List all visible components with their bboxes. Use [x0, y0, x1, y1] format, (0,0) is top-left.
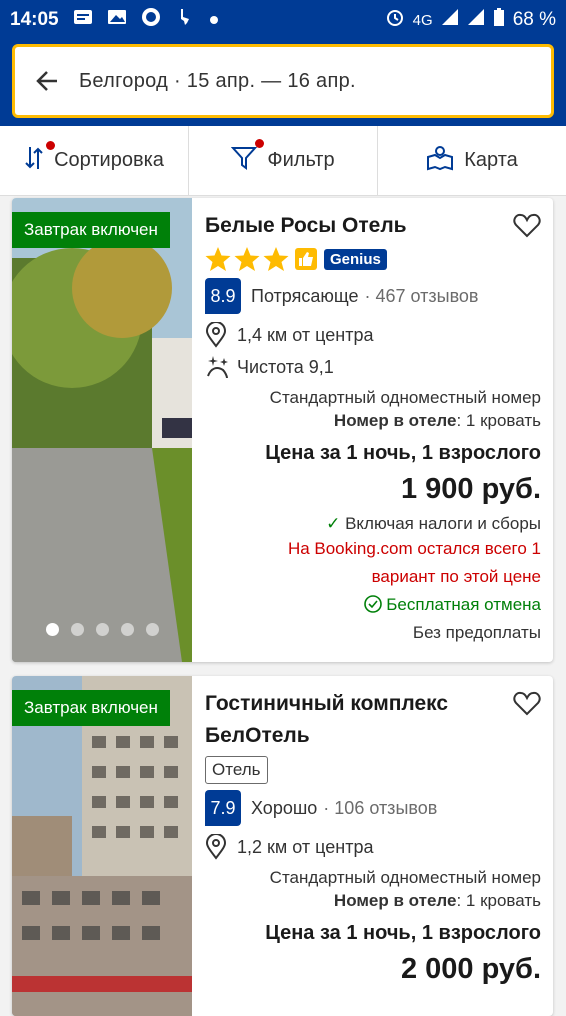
property-type-tag: Отель — [205, 756, 268, 784]
hotel-card[interactable]: Завтрак включен Гостиничный комплекс Бел… — [12, 676, 553, 1016]
battery-icon — [493, 7, 505, 33]
map-icon — [426, 145, 454, 177]
review-score-row: 8.9 Потрясающе · 467 отзывов — [205, 278, 541, 314]
hotel-photo[interactable]: Завтрак включен — [12, 676, 192, 1016]
sort-label: Сортировка — [54, 149, 164, 171]
review-score: 8.9 — [205, 278, 241, 314]
map-label: Карта — [464, 149, 518, 171]
distance-text: 1,4 км от центра — [237, 324, 374, 345]
signal-icon-2 — [467, 8, 485, 32]
star-rating: Genius — [205, 246, 541, 272]
pager-dot[interactable] — [70, 623, 84, 636]
heart-icon[interactable] — [513, 690, 541, 721]
rating-word: Хорошо — [251, 797, 318, 818]
battery-percent: 68 % — [512, 9, 556, 30]
pager-dot[interactable] — [120, 623, 134, 636]
genius-badge: Genius — [324, 248, 387, 270]
filter-indicator-dot — [255, 138, 265, 148]
sort-icon — [24, 140, 56, 177]
bed-label: Номер в отеле — [333, 411, 457, 430]
arrow-left-icon — [36, 71, 57, 91]
sparkle-hand-icon — [207, 356, 228, 379]
room-type: Стандартный одноместный номер — [269, 868, 541, 887]
hotel-name-line-1: Гостиничный комплекс — [205, 692, 449, 715]
cancellation-row: Бесплатная отмена — [205, 591, 541, 619]
cancellation-text: Бесплатная отмена — [386, 595, 541, 614]
bed-label: Номер в отеле — [333, 891, 457, 910]
bed-value: : 1 кровать — [456, 411, 541, 430]
scarcity-line-1: На Booking.com остался всего 1 — [287, 539, 541, 558]
check-circle-icon — [363, 595, 382, 613]
review-count: · 467 отзывов — [364, 285, 479, 306]
hotel-photo[interactable]: Завтрак включен — [12, 198, 192, 662]
network-type: 4G — [412, 11, 433, 29]
toolbar: Сортировка Фильтр Карта — [0, 126, 566, 196]
clock: 14:05 — [10, 9, 59, 30]
pager-dot[interactable] — [45, 623, 59, 636]
sort-indicator-dot — [46, 140, 56, 150]
price-label: Цена за 1 ночь, 1 взрослого — [265, 922, 541, 944]
review-score: 7.9 — [205, 790, 241, 826]
breakfast-badge: Завтрак включен — [12, 212, 170, 248]
filter-label: Фильтр — [267, 149, 335, 171]
signal-icon — [441, 8, 459, 32]
review-count: · 106 отзывов — [323, 797, 438, 818]
hotel-info: Гостиничный комплекс БелОтель Отель 7.9 … — [205, 676, 541, 986]
map-button[interactable]: Карта — [377, 126, 566, 195]
photo-pager[interactable] — [12, 623, 192, 636]
notification-dot-icon — [209, 9, 219, 31]
photo-icon — [107, 8, 127, 32]
breakfast-badge: Завтрак включен — [12, 690, 170, 726]
scarcity-line-2: вариант по этой цене — [371, 567, 541, 586]
distance-row: 1,4 км от центра — [205, 322, 541, 348]
map-pin-icon — [205, 834, 227, 860]
bed-info: Номер в отеле: 1 кровать — [205, 409, 541, 432]
star-icon — [263, 247, 289, 271]
filter-button[interactable]: Фильтр — [188, 126, 377, 195]
shield-app-icon — [141, 7, 161, 33]
taxes-text: Включая налоги и сборы — [345, 514, 541, 533]
hotel-name-line-2: БелОтель — [205, 724, 310, 747]
hotel-photo-image — [12, 676, 192, 1016]
taxes-row: ✓ Включая налоги и сборы — [205, 512, 541, 535]
pager-dot[interactable] — [95, 623, 109, 636]
heart-icon[interactable] — [513, 212, 541, 243]
review-score-row: 7.9 Хорошо · 106 отзывов — [205, 790, 541, 826]
bed-info: Номер в отеле: 1 кровать — [205, 889, 541, 912]
status-bar: 14:05 4G 68 % — [0, 0, 566, 40]
filter-icon — [231, 138, 265, 177]
back-button[interactable] — [15, 67, 79, 95]
sort-button[interactable]: Сортировка — [0, 126, 188, 195]
message-icon — [73, 8, 93, 32]
ostrich-icon — [175, 7, 195, 33]
price: 2 000 руб. — [400, 953, 541, 985]
bed-value: : 1 кровать — [456, 891, 541, 910]
header: Белгород · 15 апр. — 16 апр. — [0, 40, 566, 126]
map-pin-icon — [205, 322, 227, 348]
cleanliness-row: Чистота 9,1 — [205, 354, 541, 380]
check-icon: ✓ — [326, 514, 341, 533]
search-summary[interactable]: Белгород · 15 апр. — 16 апр. — [79, 70, 356, 93]
distance-row: 1,2 км от центра — [205, 834, 541, 860]
hotel-info: Белые Росы Отель Genius 8.9 Потрясающе ·… — [205, 198, 541, 647]
hotel-photo-image — [12, 198, 192, 662]
cleanliness-text: Чистота 9,1 — [237, 356, 334, 377]
alarm-icon — [385, 7, 405, 33]
room-type: Стандартный одноместный номер — [269, 388, 541, 407]
hotel-name[interactable]: Гостиничный комплекс БелОтель — [205, 688, 541, 752]
hotel-card[interactable]: Завтрак включен Белые Росы Отель Genius … — [12, 198, 553, 662]
star-icon — [205, 247, 231, 271]
thumbs-up-icon — [295, 248, 317, 270]
rating-word: Потрясающе — [251, 285, 359, 306]
hotel-name[interactable]: Белые Росы Отель — [205, 210, 541, 242]
pager-dot[interactable] — [145, 623, 159, 636]
price-label: Цена за 1 ночь, 1 взрослого — [265, 442, 541, 464]
prepay-text: Без предоплаты — [412, 623, 541, 642]
star-icon — [234, 247, 260, 271]
price: 1 900 руб. — [400, 473, 541, 505]
search-bar[interactable]: Белгород · 15 апр. — 16 апр. — [12, 44, 554, 118]
distance-text: 1,2 км от центра — [237, 836, 374, 857]
